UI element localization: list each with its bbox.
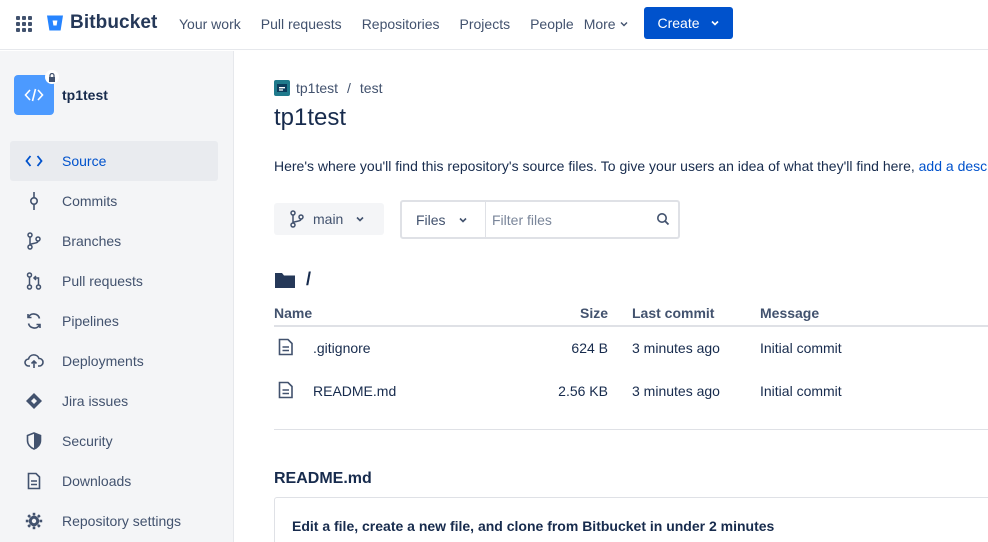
- deployments-icon: [24, 351, 44, 371]
- breadcrumb-separator: /: [347, 80, 351, 96]
- file-icon: [278, 338, 294, 359]
- lock-icon: [45, 70, 59, 84]
- header-last-commit[interactable]: Last commit: [632, 305, 714, 321]
- sidebar-item-label: Branches: [62, 233, 122, 249]
- file-name[interactable]: .gitignore: [313, 340, 371, 356]
- readme-heading: Edit a file, create a new file, and clon…: [292, 518, 775, 534]
- sidebar-item-label: Repository settings: [62, 513, 182, 529]
- nav-more[interactable]: More: [584, 16, 639, 32]
- commit-icon: [24, 191, 44, 211]
- sidebar-item-pipelines[interactable]: Pipelines: [10, 301, 218, 341]
- page-title: tp1test: [274, 104, 347, 131]
- branch-icon: [290, 210, 304, 228]
- sidebar-item-deployments[interactable]: Deployments: [10, 341, 218, 381]
- file-name[interactable]: README.md: [313, 383, 396, 399]
- pipelines-icon: [24, 311, 44, 331]
- nav-your-work[interactable]: Your work: [169, 16, 251, 32]
- table-header: Name Size Last commit Message: [274, 305, 988, 327]
- jira-icon: [24, 391, 44, 411]
- sidebar-item-security[interactable]: Security: [10, 421, 218, 461]
- filter-files-input[interactable]: [486, 211, 646, 228]
- app-switcher-icon[interactable]: [16, 16, 32, 32]
- breadcrumb-project[interactable]: tp1test: [296, 80, 338, 96]
- gear-icon: [24, 511, 44, 531]
- main-content: tp1test / test tp1test Here's where you'…: [274, 51, 988, 542]
- nav-pull-requests[interactable]: Pull requests: [251, 16, 352, 32]
- source-icon: [24, 151, 44, 171]
- files-type-select[interactable]: Files: [402, 202, 486, 237]
- file-size: 2.56 KB: [558, 383, 608, 399]
- repo-name: tp1test: [62, 87, 108, 103]
- repo-description: Here's where you'll find this repository…: [274, 158, 988, 174]
- header-message[interactable]: Message: [760, 305, 819, 321]
- chevron-down-icon: [710, 20, 719, 26]
- top-nav: Bitbucket Your work Pull requests Reposi…: [0, 0, 988, 50]
- pull-request-icon: [24, 271, 44, 291]
- bitbucket-logo[interactable]: Bitbucket: [46, 12, 157, 34]
- file-table: Name Size Last commit Message .gitignore…: [274, 305, 988, 430]
- file-size: 624 B: [571, 340, 608, 356]
- nav-more-label: More: [583, 16, 616, 32]
- description-text: Here's where you'll find this repository…: [274, 158, 915, 174]
- chevron-down-icon: [458, 217, 467, 223]
- file-last-commit: 3 minutes ago: [632, 340, 720, 356]
- shield-icon: [24, 431, 44, 451]
- table-row[interactable]: .gitignore 624 B 3 minutes ago Initial c…: [274, 327, 988, 370]
- sidebar-item-label: Source: [62, 153, 107, 169]
- repo-avatar: [14, 70, 59, 115]
- chevron-down-icon: [356, 216, 364, 222]
- header-size[interactable]: Size: [580, 305, 608, 321]
- table-row[interactable]: README.md 2.56 KB 3 minutes ago Initial …: [274, 370, 988, 413]
- sidebar-item-label: Commits: [62, 193, 118, 209]
- search-icon: [657, 213, 670, 226]
- create-button[interactable]: Create: [644, 7, 733, 39]
- sidebar-item-source[interactable]: Source: [10, 141, 218, 181]
- sidebar-item-jira-issues[interactable]: Jira issues: [10, 381, 218, 421]
- nav-projects[interactable]: Projects: [450, 16, 521, 32]
- file-icon: [278, 381, 294, 402]
- sidebar-item-branches[interactable]: Branches: [10, 221, 218, 261]
- product-name: Bitbucket: [70, 12, 158, 33]
- nav-links: Your work Pull requests Repositories Pro…: [169, 0, 639, 48]
- sidebar-item-label: Jira issues: [62, 393, 129, 409]
- sidebar-item-commits[interactable]: Commits: [10, 181, 218, 221]
- nav-repositories[interactable]: Repositories: [352, 16, 450, 32]
- create-label: Create: [657, 15, 700, 31]
- add-description-link[interactable]: add a description: [919, 158, 988, 174]
- sidebar-item-downloads[interactable]: Downloads: [10, 461, 218, 501]
- table-divider: [274, 429, 988, 430]
- bitbucket-logo-icon: [47, 15, 63, 31]
- breadcrumb: tp1test / test: [274, 80, 383, 96]
- header-name[interactable]: Name: [274, 305, 312, 321]
- sidebar-nav: Source Commits Branches Pull requests Pi…: [10, 141, 218, 541]
- sidebar-item-label: Deployments: [62, 353, 144, 369]
- nav-people[interactable]: People: [520, 16, 584, 32]
- readme-title: README.md: [274, 470, 372, 487]
- chevron-down-icon: [620, 22, 628, 27]
- file-last-commit: 3 minutes ago: [632, 383, 720, 399]
- project-icon: [274, 80, 290, 96]
- repo-header[interactable]: tp1test: [14, 70, 108, 115]
- branch-name: main: [313, 211, 344, 227]
- folder-icon: [275, 272, 295, 288]
- sidebar-item-label: Pull requests: [62, 273, 143, 289]
- file-message: Initial commit: [760, 383, 842, 399]
- sidebar-item-label: Security: [62, 433, 113, 449]
- files-select-label: Files: [416, 211, 446, 228]
- breadcrumb-repo[interactable]: test: [360, 80, 383, 96]
- branch-icon: [24, 231, 44, 251]
- sidebar-item-label: Downloads: [62, 473, 132, 489]
- readme-panel: Edit a file, create a new file, and clon…: [274, 497, 988, 542]
- code-icon: [24, 88, 44, 102]
- sidebar: tp1test Source Commits Branches Pull req…: [0, 51, 234, 542]
- path-text: /: [306, 269, 312, 289]
- branch-selector[interactable]: main: [274, 203, 384, 235]
- sidebar-item-pull-requests[interactable]: Pull requests: [10, 261, 218, 301]
- sidebar-item-label: Pipelines: [62, 313, 119, 329]
- sidebar-item-repository-settings[interactable]: Repository settings: [10, 501, 218, 541]
- current-path: /: [274, 269, 311, 290]
- file-message: Initial commit: [760, 340, 842, 356]
- file-filter: Files: [400, 200, 680, 239]
- downloads-icon: [24, 471, 44, 491]
